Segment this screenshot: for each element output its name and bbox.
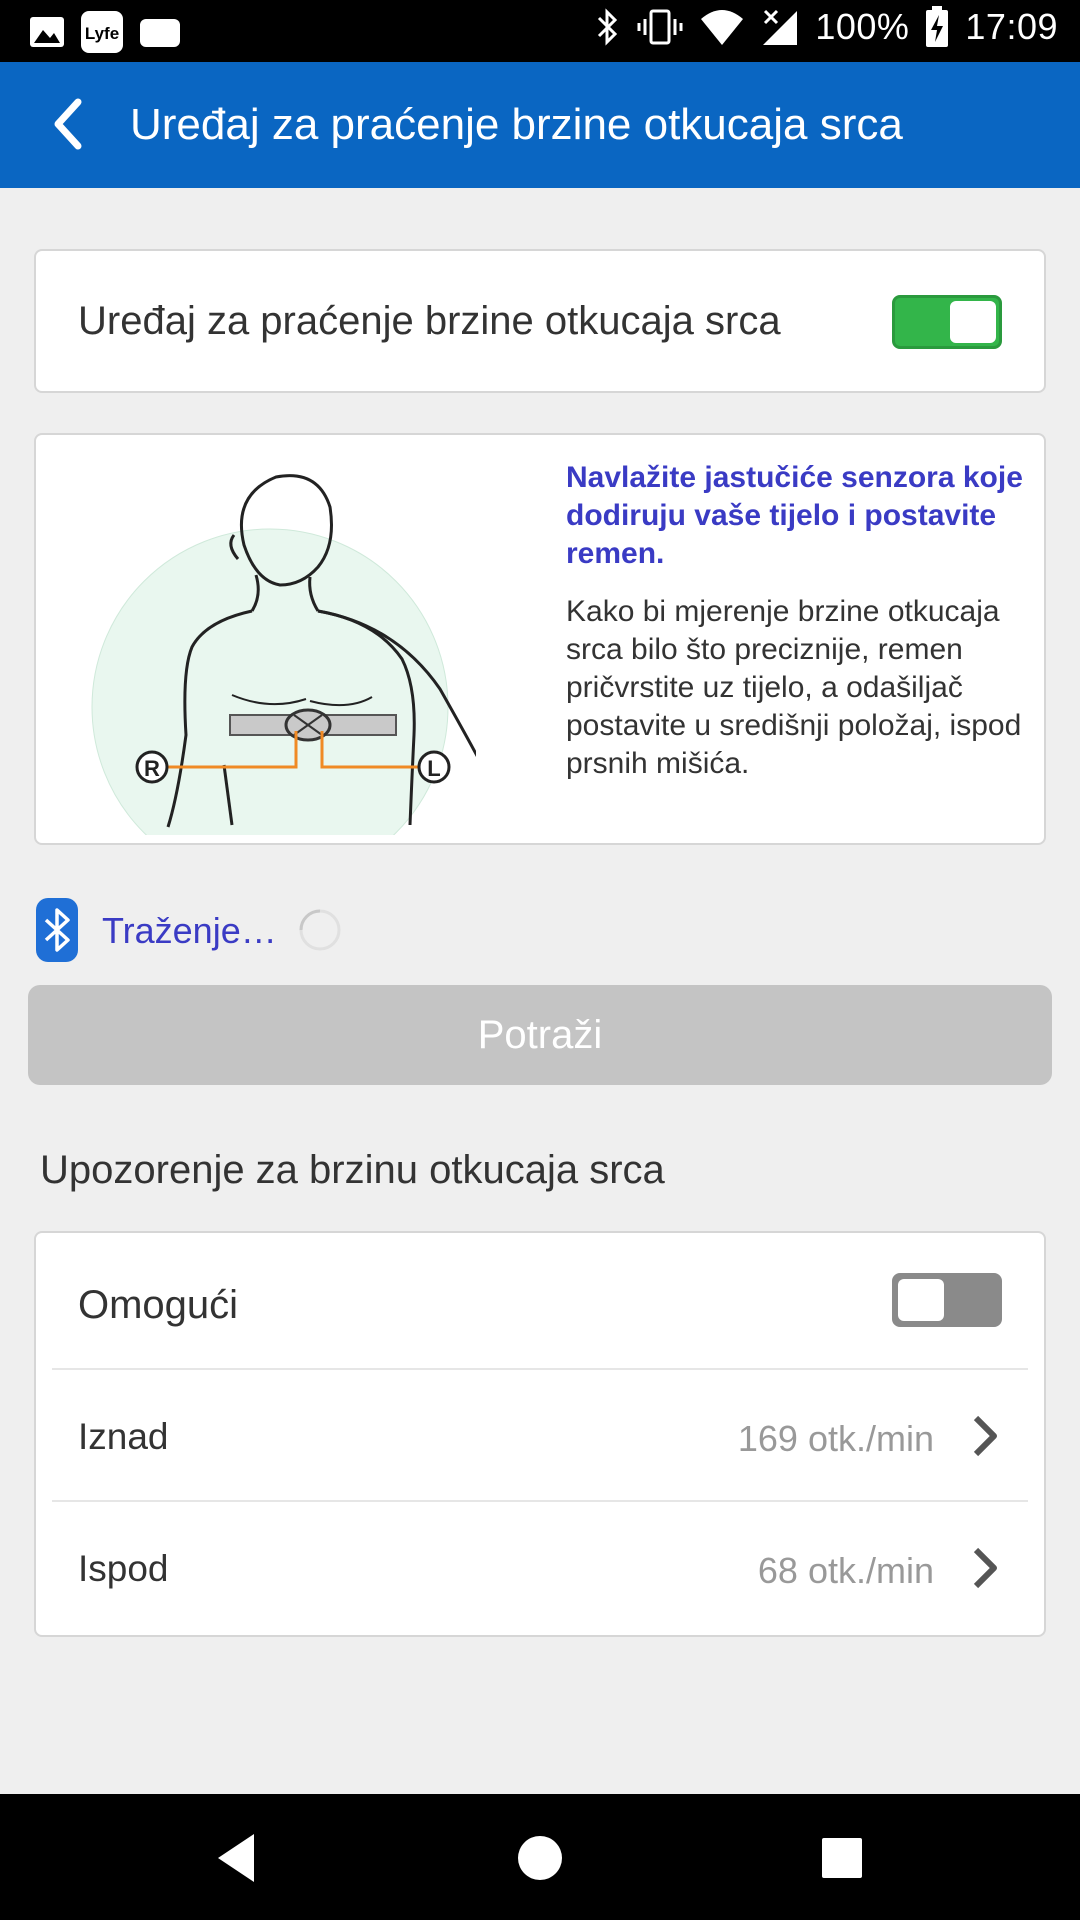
instruction-heading: Navlažite jastučiće senzora koje dodiruj… [566, 461, 1023, 570]
device-label: Uređaj za praćenje brzine otkucaja srca [78, 299, 781, 343]
below-threshold-row[interactable]: Ispod 68 otk./min [36, 1502, 1044, 1632]
alert-section-title: Upozorenje za brzinu otkucaja srca [40, 1148, 665, 1192]
bluetooth-icon [36, 898, 78, 962]
below-label: Ispod [78, 1548, 169, 1589]
above-label: Iznad [78, 1416, 169, 1457]
toggle-knob [950, 301, 996, 343]
toggle-knob [898, 1279, 944, 1321]
alert-card: Omogući Iznad 169 otk./min Ispod 68 otk.… [34, 1231, 1046, 1637]
svg-text:Lyfe: Lyfe [85, 24, 119, 43]
system-status: 100% 17:09 [595, 6, 1058, 48]
chevron-left-icon [54, 98, 82, 150]
above-threshold-row[interactable]: Iznad 169 otk./min [36, 1370, 1044, 1500]
page-title: Uređaj za praćenje brzine otkucaja srca [130, 100, 903, 149]
notification-icons: Lyfe [28, 10, 182, 54]
device-toggle[interactable] [892, 295, 1002, 349]
loading-spinner-icon [299, 909, 341, 951]
battery-charging-icon [926, 6, 949, 47]
enable-label: Omogući [78, 1283, 239, 1327]
enable-alert-toggle[interactable] [892, 1273, 1002, 1327]
instruction-body: Kako bi mjerenje brzine otkucaja srca bi… [566, 595, 1022, 780]
below-value: 68 otk./min [757, 1550, 934, 1591]
chevron-right-icon [973, 1547, 997, 1589]
lyfe-app-icon: Lyfe [81, 11, 123, 53]
signal-icon [763, 9, 798, 45]
vibrate-icon [637, 9, 683, 45]
recents-square-icon[interactable] [812, 1828, 872, 1888]
enable-alert-row: Omogući [36, 1233, 1044, 1363]
chest-strap-illustration: R L [91, 474, 476, 835]
bluetooth-status: Traženje… [36, 898, 736, 962]
clock: 17:09 [965, 6, 1058, 47]
above-value: 169 otk./min [737, 1418, 934, 1459]
left-marker: L [427, 756, 440, 781]
wifi-icon [701, 10, 744, 45]
search-button[interactable]: Potraži [28, 985, 1052, 1085]
back-button[interactable] [42, 92, 106, 156]
back-triangle-icon[interactable] [208, 1828, 268, 1888]
instruction-card: R L Navlažite jastučiće senzora koje dod… [34, 433, 1046, 845]
bluetooth-status-text: Traženje… [102, 910, 277, 951]
home-circle-icon[interactable] [510, 1828, 570, 1888]
chevron-right-icon [973, 1415, 997, 1457]
device-card: Uređaj za praćenje brzine otkucaja srca [34, 249, 1046, 393]
battery-percent: 100% [815, 6, 910, 47]
navigation-bar [0, 1794, 1080, 1920]
image-icon [30, 17, 64, 47]
tray-icon [140, 19, 180, 47]
app-bar: Uređaj za praćenje brzine otkucaja srca [0, 62, 1080, 188]
bluetooth-icon [598, 8, 618, 46]
status-bar: Lyfe 100% 17:09 [0, 0, 1080, 62]
right-marker: R [144, 756, 160, 781]
